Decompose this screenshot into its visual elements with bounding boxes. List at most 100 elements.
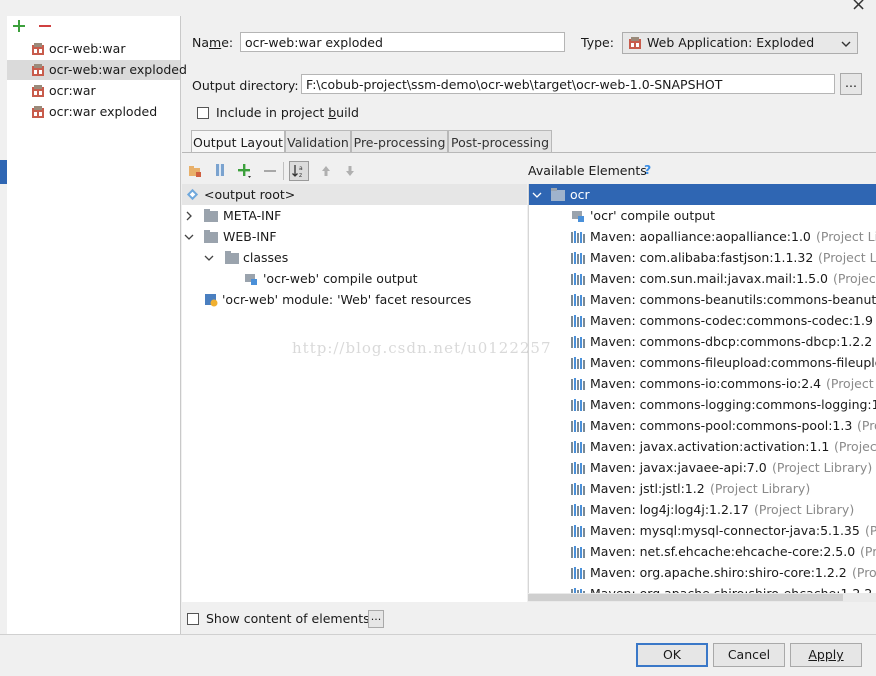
library-item[interactable]: Maven: commons-dbcp:commons-dbcp:1.2.2(P…: [529, 331, 876, 352]
library-item[interactable]: Maven: commons-pool:commons-pool:1.3 (Pro…: [529, 415, 876, 436]
output-directory-input[interactable]: [301, 74, 835, 94]
cancel-button[interactable]: Cancel: [713, 643, 785, 667]
library-item[interactable]: Maven: commons-fileupload:commons-fileup…: [529, 352, 876, 373]
type-label: Type:: [581, 35, 614, 50]
move-down-icon[interactable]: [344, 165, 356, 177]
chevron-down-icon[interactable]: [532, 191, 542, 199]
artifact-label: ocr-web:war: [49, 41, 126, 56]
library-name: Maven: commons-logging:commons-logging:1…: [590, 397, 876, 412]
library-item[interactable]: Maven: mysql:mysql-connector-java:5.1.35…: [529, 520, 876, 541]
artifact-item[interactable]: ocr-web:war exploded: [7, 60, 187, 80]
tree-row-compile-output[interactable]: 'ocr-web' compile output: [182, 268, 527, 289]
apply-button[interactable]: Apply: [790, 643, 862, 667]
library-icon: [571, 294, 585, 306]
library-icon: [571, 567, 585, 579]
show-content-label: Show content of elements: [206, 611, 370, 626]
library-suffix: (Project Library): [826, 376, 876, 391]
library-name: Maven: com.sun.mail:javax.mail:1.5.0: [590, 271, 828, 286]
name-label: Name:: [192, 35, 234, 50]
library-item[interactable]: Maven: com.sun.mail:javax.mail:1.5.0 (Pro…: [529, 268, 876, 289]
library-name: Maven: commons-io:commons-io:2.4: [590, 376, 822, 391]
library-item[interactable]: Maven: net.sf.ehcache:ehcache-core:2.5.0…: [529, 541, 876, 562]
library-item[interactable]: Maven: commons-codec:commons-codec:1.9(P…: [529, 310, 876, 331]
tree-row-output-root[interactable]: <output root>: [182, 184, 527, 205]
library-suffix: (Project Library): [772, 460, 873, 475]
library-icon: [571, 504, 585, 516]
library-item[interactable]: Maven: aopalliance:aopalliance:1.0 (Proje…: [529, 226, 876, 247]
move-up-icon[interactable]: [320, 165, 332, 177]
tree-row-web-inf[interactable]: WEB-INF: [182, 226, 527, 247]
library-icon: [571, 546, 585, 558]
add-copy-icon[interactable]: [237, 163, 253, 179]
browse-button[interactable]: ...: [840, 73, 862, 95]
horizontal-scrollbar-thumb[interactable]: [528, 594, 843, 601]
library-item[interactable]: Maven: org.apache.shiro:shiro-core:1.2.2…: [529, 562, 876, 583]
tab-output-layout[interactable]: Output Layout: [191, 130, 285, 153]
library-name: Maven: javax:javaee-api:7.0: [590, 460, 767, 475]
ok-button[interactable]: OK: [636, 643, 708, 667]
artifact-item[interactable]: ocr:war exploded: [7, 102, 180, 122]
available-compile-output-label: 'ocr' compile output: [590, 208, 715, 223]
library-suffix: (Project Library): [860, 544, 876, 559]
close-icon[interactable]: ×: [851, 0, 866, 15]
library-icon: [571, 399, 585, 411]
archive-icon[interactable]: [213, 163, 227, 177]
artifact-item[interactable]: ocr:war: [7, 81, 180, 101]
library-suffix: (Project Library): [754, 502, 855, 517]
name-input[interactable]: [240, 32, 565, 52]
available-row-compile-output[interactable]: 'ocr' compile output: [529, 205, 876, 226]
artifact-item[interactable]: ocr-web:war: [7, 39, 180, 59]
tab-pre-processing[interactable]: Pre-processing: [351, 130, 448, 153]
output-directory-label: Output directory:: [192, 78, 299, 93]
tab-validation[interactable]: Validation: [285, 130, 351, 153]
library-name: Maven: commons-pool:commons-pool:1.3: [590, 418, 853, 433]
add-artifact-button[interactable]: [12, 19, 26, 33]
sort-alpha-icon: az: [292, 165, 303, 179]
left-edge-indicator: [0, 160, 7, 184]
chevron-down-icon[interactable]: [184, 233, 194, 241]
library-item[interactable]: Maven: javax:javaee-api:7.0 (Project Libr…: [529, 457, 876, 478]
chevron-right-icon[interactable]: [185, 211, 193, 221]
tab-post-processing[interactable]: Post-processing: [448, 130, 552, 153]
remove-icon[interactable]: [263, 164, 277, 178]
library-name: Maven: log4j:log4j:1.2.17: [590, 502, 749, 517]
bottom-separator: [0, 634, 876, 635]
library-item[interactable]: Maven: commons-io:commons-io:2.4 (Project…: [529, 373, 876, 394]
library-item[interactable]: Maven: com.alibaba:fastjson:1.1.32 (Proje…: [529, 247, 876, 268]
include-build-checkbox[interactable]: [197, 107, 209, 119]
library-suffix: (Project Library): [833, 271, 876, 286]
library-item[interactable]: Maven: log4j:log4j:1.2.17 (Project Librar…: [529, 499, 876, 520]
sort-button[interactable]: az: [289, 161, 309, 181]
output-root-label: <output root>: [204, 187, 296, 202]
library-name: Maven: commons-dbcp:commons-dbcp:1.2.2: [590, 334, 873, 349]
show-content-more-button[interactable]: ...: [368, 610, 384, 628]
compile-output-label: 'ocr-web' compile output: [263, 271, 418, 286]
library-item[interactable]: Maven: jstl:jstl:1.2 (Project Library): [529, 478, 876, 499]
war-artifact-icon: [32, 85, 44, 97]
library-suffix: (Project Library): [852, 565, 876, 580]
library-item[interactable]: Maven: commons-beanutils:commons-beanuti…: [529, 289, 876, 310]
help-icon[interactable]: ?: [644, 162, 651, 177]
available-row-ocr[interactable]: ocr: [529, 184, 876, 205]
library-item[interactable]: Maven: javax.activation:activation:1.1 (P…: [529, 436, 876, 457]
tree-row-classes[interactable]: classes: [182, 247, 527, 268]
library-suffix: (Project Library): [834, 439, 876, 454]
library-icon: [571, 483, 585, 495]
show-content-checkbox[interactable]: [187, 613, 199, 625]
compile-output-icon: [245, 274, 257, 285]
tree-row-meta-inf[interactable]: META-INF: [182, 205, 527, 226]
artifact-label: ocr-web:war exploded: [49, 62, 187, 77]
war-artifact-icon: [32, 43, 44, 55]
library-icon: [571, 441, 585, 453]
type-select[interactable]: Web Application: Exploded: [622, 32, 858, 54]
remove-artifact-button[interactable]: [38, 19, 52, 33]
output-root-icon: [186, 188, 199, 201]
new-directory-icon[interactable]: [188, 164, 202, 178]
library-name: Maven: javax.activation:activation:1.1: [590, 439, 830, 454]
library-item[interactable]: Maven: commons-logging:commons-logging:1…: [529, 394, 876, 415]
chevron-down-icon[interactable]: [204, 254, 214, 262]
library-icon: [571, 420, 585, 432]
tree-row-facet-resources[interactable]: 'ocr-web' module: 'Web' facet resources: [182, 289, 527, 310]
library-icon: [571, 357, 585, 369]
library-name: Maven: jstl:jstl:1.2: [590, 481, 705, 496]
